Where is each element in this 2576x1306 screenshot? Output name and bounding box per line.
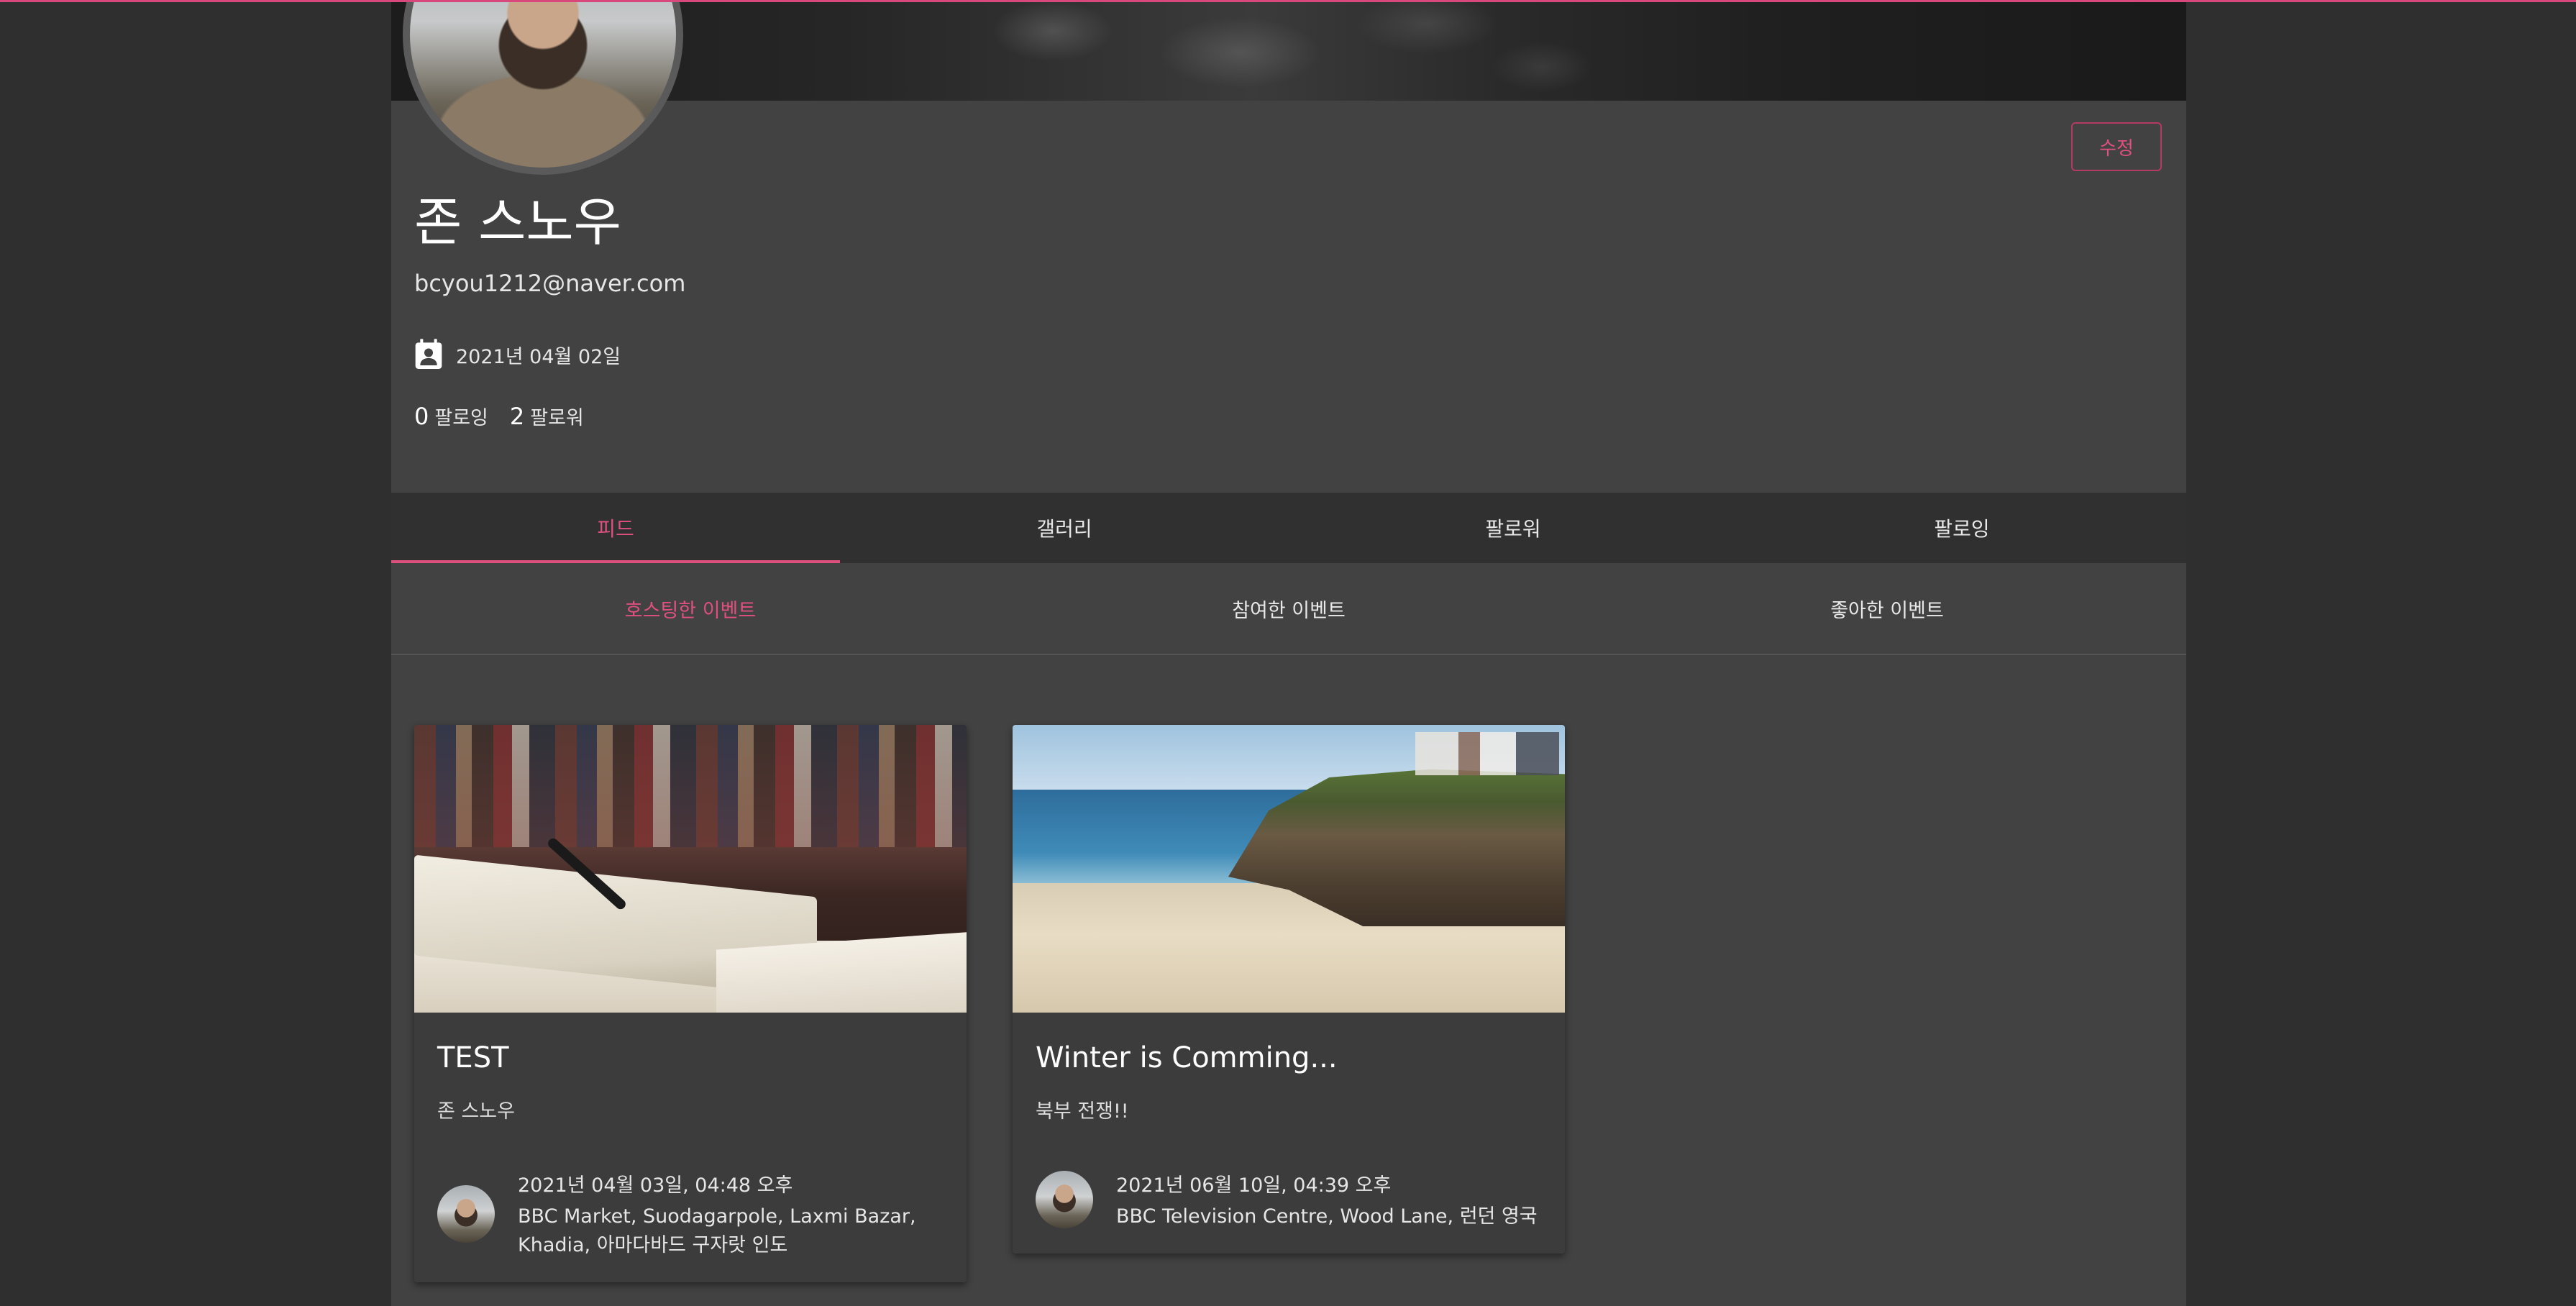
profile-email: bcyou1212@naver.com [414, 270, 686, 297]
event-location: BBC Television Centre, Wood Lane, 런던 영국 [1116, 1205, 1538, 1228]
following-label[interactable]: 팔로잉 [434, 402, 488, 430]
subtab-hosted-events[interactable]: 호스팅한 이벤트 [391, 563, 990, 654]
event-datetime: 2021년 06월 10일, 04:39 오후 [1116, 1174, 1392, 1197]
host-avatar [1036, 1171, 1093, 1228]
calendar-account-icon [415, 339, 442, 369]
event-subtabs: 호스팅한 이벤트 참여한 이벤트 좋아한 이벤트 [391, 563, 2186, 655]
follow-stats: 0 팔로잉 2 팔로워 [414, 402, 584, 430]
subtab-joined-events[interactable]: 참여한 이벤트 [990, 563, 1588, 654]
profile-name: 존 스노우 [414, 192, 621, 252]
tab-followers[interactable]: 팔로워 [1289, 493, 1737, 563]
event-location: BBC Market, Suodagarpole, Laxmi Bazar, K… [518, 1205, 916, 1256]
event-card[interactable]: TEST 존 스노우 2021년 04월 03일, 04:48 오후 BBC M… [414, 725, 967, 1282]
following-count[interactable]: 0 [414, 403, 429, 430]
event-image [414, 725, 967, 1013]
event-card[interactable]: Winter is Comming... 북부 전쟁!! 2021년 06월 1… [1013, 725, 1565, 1254]
tab-feed[interactable]: 피드 [391, 493, 840, 563]
subtab-liked-events[interactable]: 좋아한 이벤트 [1588, 563, 2186, 654]
tab-following[interactable]: 팔로잉 [1737, 493, 2186, 563]
event-subtitle: 북부 전쟁!! [1036, 1100, 1129, 1123]
page: 수정 존 스노우 bcyou1212@naver.com 2021년 04월 0… [0, 0, 2576, 1306]
followers-label[interactable]: 팔로워 [530, 402, 584, 430]
event-title: Winter is Comming... [1036, 1041, 1338, 1074]
cover-image [909, 2, 1628, 101]
profile-tabs: 피드 갤러리 팔로워 팔로잉 [391, 493, 2186, 563]
event-host: 존 스노우 [437, 1100, 515, 1123]
followers-count[interactable]: 2 [510, 403, 524, 430]
edit-profile-button[interactable]: 수정 [2071, 122, 2162, 171]
tab-gallery[interactable]: 갤러리 [840, 493, 1289, 563]
joined-date: 2021년 04월 02일 [456, 345, 621, 368]
event-title: TEST [437, 1041, 509, 1074]
joined-date-row: 2021년 04월 02일 [414, 339, 621, 370]
profile-panel: 수정 존 스노우 bcyou1212@naver.com 2021년 04월 0… [391, 2, 2186, 1306]
event-image [1013, 725, 1565, 1013]
event-datetime: 2021년 04월 03일, 04:48 오후 [518, 1174, 793, 1197]
host-avatar [437, 1185, 495, 1243]
profile-avatar[interactable] [403, 2, 683, 175]
